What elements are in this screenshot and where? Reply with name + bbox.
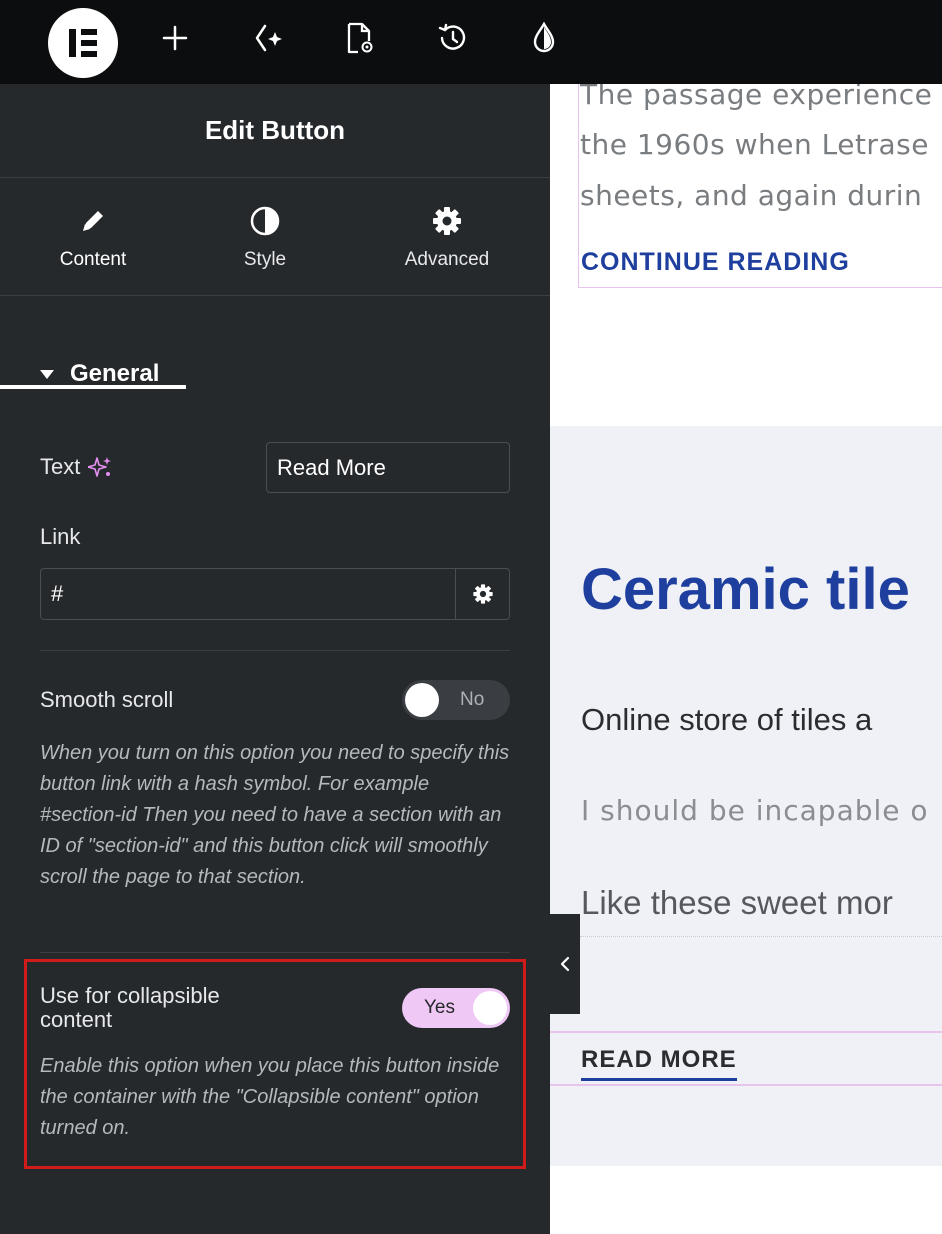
gear-icon bbox=[429, 203, 465, 239]
element-outline-bottom bbox=[550, 1084, 942, 1086]
caret-down-icon bbox=[40, 369, 54, 379]
toggle-label: No bbox=[460, 689, 485, 710]
editor-panel: Edit Button Content Style Advanced Gener… bbox=[0, 84, 550, 1234]
divider bbox=[40, 952, 510, 953]
element-outline-top bbox=[550, 1031, 942, 1033]
read-more-button[interactable]: READ MORE bbox=[581, 1046, 737, 1081]
dotted-divider bbox=[580, 936, 942, 937]
preview-sweet-text: Like these sweet mor bbox=[581, 884, 893, 921]
collapsible-help: Enable this option when you place this b… bbox=[40, 1055, 500, 1139]
post-text-line: sheets, and again durin bbox=[580, 179, 923, 212]
section-general-label: General bbox=[70, 360, 160, 387]
divider bbox=[40, 650, 510, 651]
panel-title: Edit Button bbox=[0, 84, 550, 178]
tab-advanced[interactable]: Advanced bbox=[354, 179, 540, 295]
preview-paragraph: I should be incapable o bbox=[581, 794, 929, 827]
collapsible-label-line1: Use for collapsible bbox=[40, 983, 220, 1008]
collapsible-label-line2: content bbox=[40, 1007, 113, 1032]
top-toolbar bbox=[0, 0, 942, 84]
smooth-scroll-label: Smooth scroll bbox=[40, 687, 174, 712]
page-preview: The passage experience the 1960s when Le… bbox=[550, 84, 942, 1234]
page-settings-icon[interactable] bbox=[337, 18, 381, 58]
post-text-line: the 1960s when Letrase bbox=[580, 128, 929, 161]
toggle-label: Yes bbox=[424, 997, 455, 1018]
tab-content[interactable]: Content bbox=[0, 179, 186, 295]
text-input[interactable]: Read More bbox=[266, 442, 510, 493]
elementor-logo-icon[interactable] bbox=[48, 8, 118, 78]
theme-style-icon[interactable] bbox=[522, 18, 566, 58]
tab-advanced-label: Advanced bbox=[404, 249, 490, 270]
panel-tabs: Content Style Advanced bbox=[0, 179, 550, 389]
pencil-icon bbox=[75, 203, 111, 239]
collapsible-toggle[interactable]: Yes bbox=[402, 988, 510, 1028]
panel-collapse-handle[interactable] bbox=[550, 914, 580, 1014]
link-options-button[interactable] bbox=[455, 568, 510, 620]
smooth-scroll-help: When you turn on this option you need to… bbox=[40, 742, 510, 888]
link-input[interactable]: # bbox=[40, 568, 456, 620]
toggle-knob bbox=[405, 683, 439, 717]
collapsible-label: Use for collapsible content bbox=[40, 984, 220, 1032]
ai-sparkle-icon[interactable] bbox=[245, 18, 289, 58]
tab-style-label: Style bbox=[243, 249, 287, 270]
plus-icon[interactable] bbox=[153, 18, 197, 58]
preview-subheading: Online store of tiles a bbox=[581, 702, 873, 737]
text-field-label: Text bbox=[40, 454, 81, 479]
section-general-toggle[interactable]: General bbox=[40, 360, 159, 388]
preview-heading: Ceramic tile bbox=[581, 557, 910, 622]
link-label: Link bbox=[40, 524, 81, 549]
post-text-line: The passage experience bbox=[580, 84, 933, 111]
tab-content-label: Content bbox=[59, 249, 127, 270]
history-icon[interactable] bbox=[431, 18, 475, 58]
text-field-label-wrap: Text bbox=[40, 454, 112, 480]
smooth-scroll-toggle[interactable]: No bbox=[402, 680, 510, 720]
toggle-knob bbox=[473, 991, 507, 1025]
gear-icon bbox=[472, 584, 493, 604]
continue-reading-link[interactable]: CONTINUE READING bbox=[581, 248, 850, 277]
chevron-left-icon bbox=[560, 956, 570, 972]
ai-sparkle-icon[interactable] bbox=[88, 455, 112, 479]
contrast-icon bbox=[247, 203, 283, 239]
tab-style[interactable]: Style bbox=[172, 179, 358, 295]
